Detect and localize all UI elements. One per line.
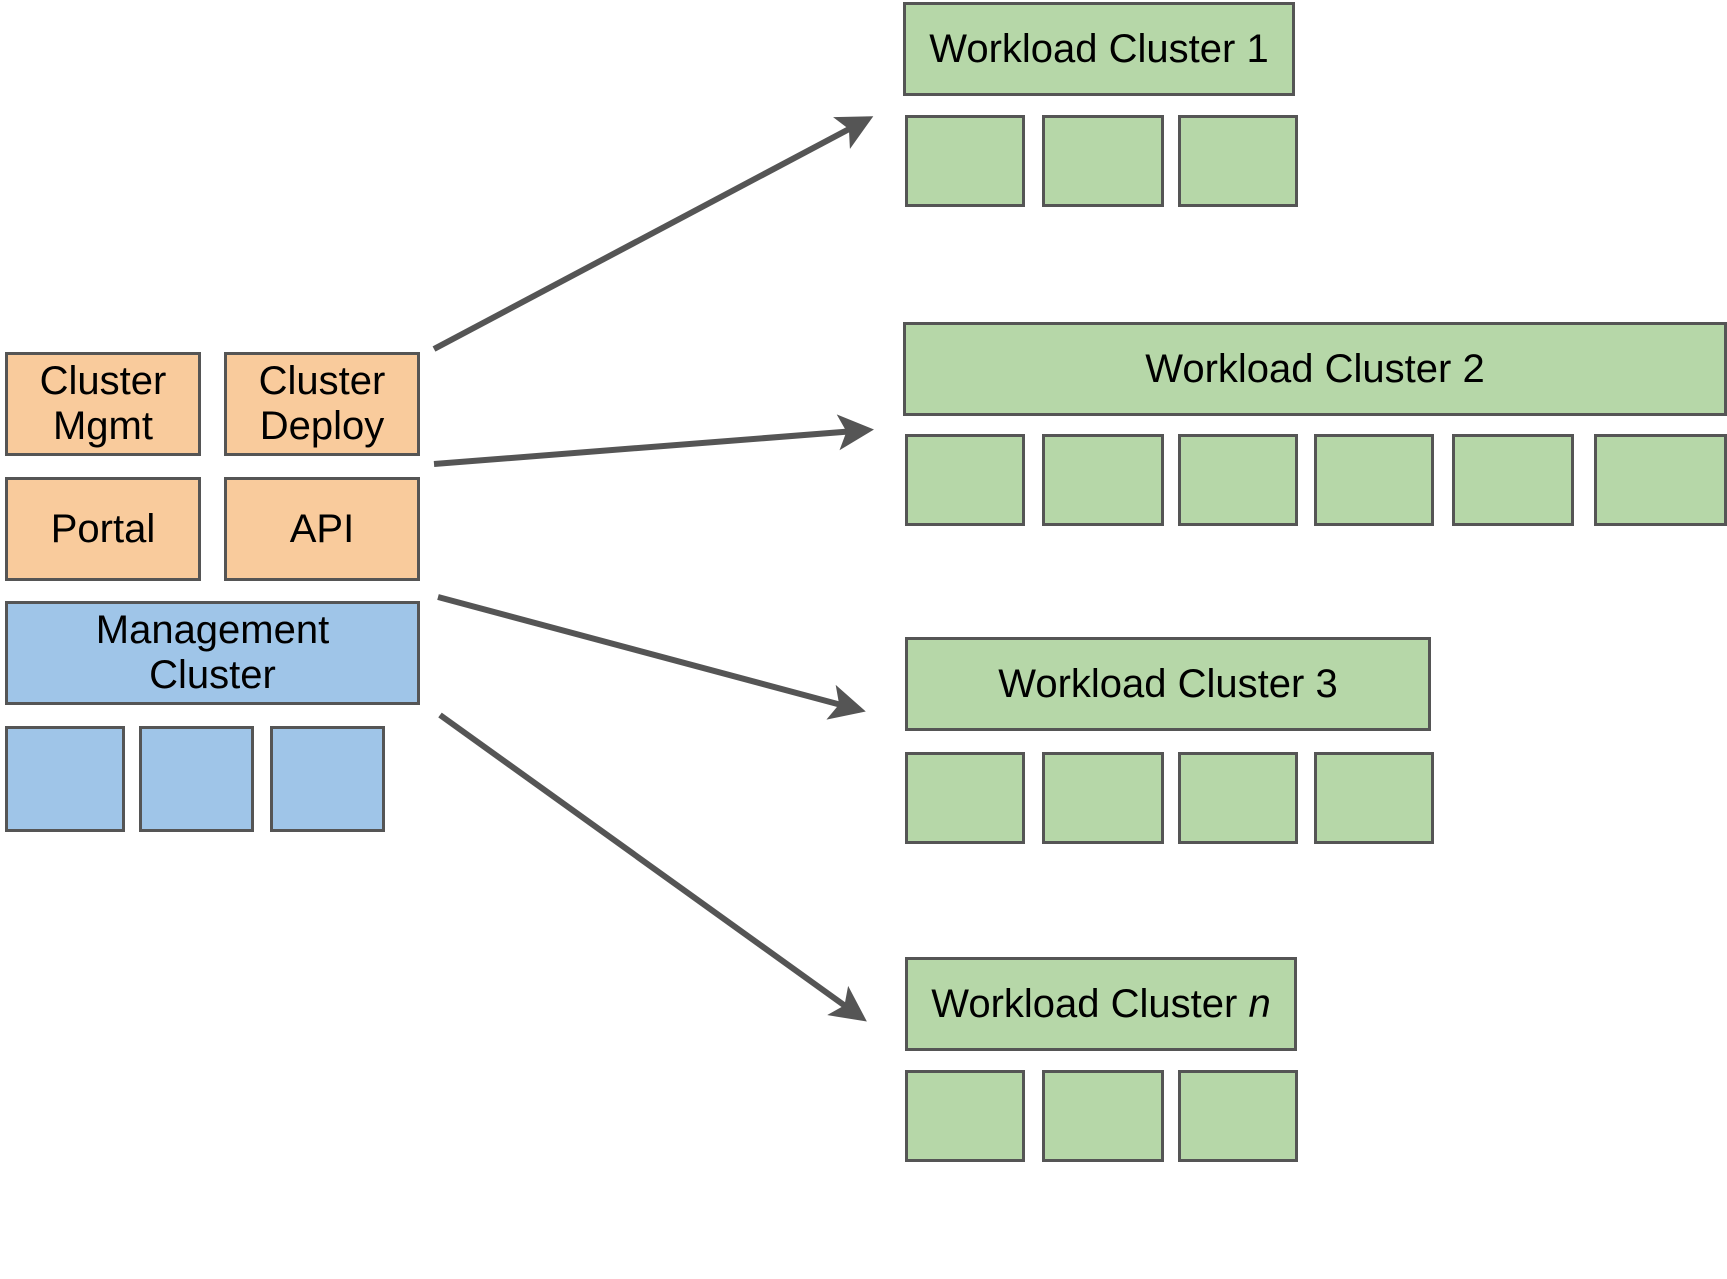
management-component-cluster-deploy[interactable]: Cluster Deploy xyxy=(224,352,420,456)
management-component-portal[interactable]: Portal xyxy=(5,477,201,581)
management-cluster-label: Management Cluster xyxy=(95,608,330,697)
management-component-label: Cluster Mgmt xyxy=(39,359,167,448)
arrow-to-workload-1 xyxy=(432,116,874,352)
workload-node-3-4[interactable] xyxy=(1314,752,1434,844)
management-component-label: Cluster Deploy xyxy=(258,359,386,448)
workload-node-2-3[interactable] xyxy=(1178,434,1298,526)
workload-node-3-1[interactable] xyxy=(905,752,1025,844)
workload-cluster-title-text: Workload Cluster xyxy=(931,981,1249,1026)
management-component-label: API xyxy=(289,506,355,551)
workload-node-4-1[interactable] xyxy=(905,1070,1025,1162)
workload-node-2-5[interactable] xyxy=(1452,434,1574,526)
arrow-to-workload-2 xyxy=(433,414,874,467)
workload-cluster-title-text: Workload Cluster 2 xyxy=(1145,346,1485,391)
workload-cluster-header-2[interactable]: Workload Cluster 2 xyxy=(903,322,1727,416)
workload-node-1-2[interactable] xyxy=(1042,115,1164,207)
arrow-to-workload-n xyxy=(438,712,867,1022)
workload-cluster-title: Workload Cluster n xyxy=(931,982,1270,1027)
management-node-2[interactable] xyxy=(139,726,254,832)
workload-cluster-title: Workload Cluster 3 xyxy=(998,662,1337,707)
management-component-cluster-mgmt[interactable]: Cluster Mgmt xyxy=(5,352,201,456)
workload-node-4-3[interactable] xyxy=(1178,1070,1298,1162)
management-node-3[interactable] xyxy=(270,726,385,832)
management-cluster-box[interactable]: Management Cluster xyxy=(5,601,420,705)
workload-cluster-header-1[interactable]: Workload Cluster 1 xyxy=(903,2,1295,96)
workload-cluster-header-4[interactable]: Workload Cluster n xyxy=(905,957,1297,1051)
management-component-api[interactable]: API xyxy=(224,477,420,581)
workload-cluster-title-variable: n xyxy=(1248,981,1271,1026)
workload-cluster-header-3[interactable]: Workload Cluster 3 xyxy=(905,637,1431,731)
workload-node-2-6[interactable] xyxy=(1594,434,1727,526)
diagram-canvas: Cluster Mgmt Cluster Deploy Portal API Manag… xyxy=(0,0,1727,1279)
management-component-label: Portal xyxy=(50,506,156,551)
workload-node-2-1[interactable] xyxy=(905,434,1025,526)
workload-cluster-title: Workload Cluster 1 xyxy=(929,27,1268,72)
workload-node-1-1[interactable] xyxy=(905,115,1025,207)
workload-node-3-3[interactable] xyxy=(1178,752,1298,844)
workload-node-1-3[interactable] xyxy=(1178,115,1298,207)
workload-node-2-2[interactable] xyxy=(1042,434,1164,526)
workload-cluster-title-text: Workload Cluster 1 xyxy=(929,26,1269,71)
workload-node-3-2[interactable] xyxy=(1042,752,1164,844)
workload-cluster-title: Workload Cluster 2 xyxy=(1145,347,1484,392)
workload-node-2-4[interactable] xyxy=(1314,434,1434,526)
management-node-1[interactable] xyxy=(5,726,125,832)
arrow-to-workload-3 xyxy=(437,594,866,720)
workload-node-4-2[interactable] xyxy=(1042,1070,1164,1162)
workload-cluster-title-text: Workload Cluster 3 xyxy=(998,661,1338,706)
